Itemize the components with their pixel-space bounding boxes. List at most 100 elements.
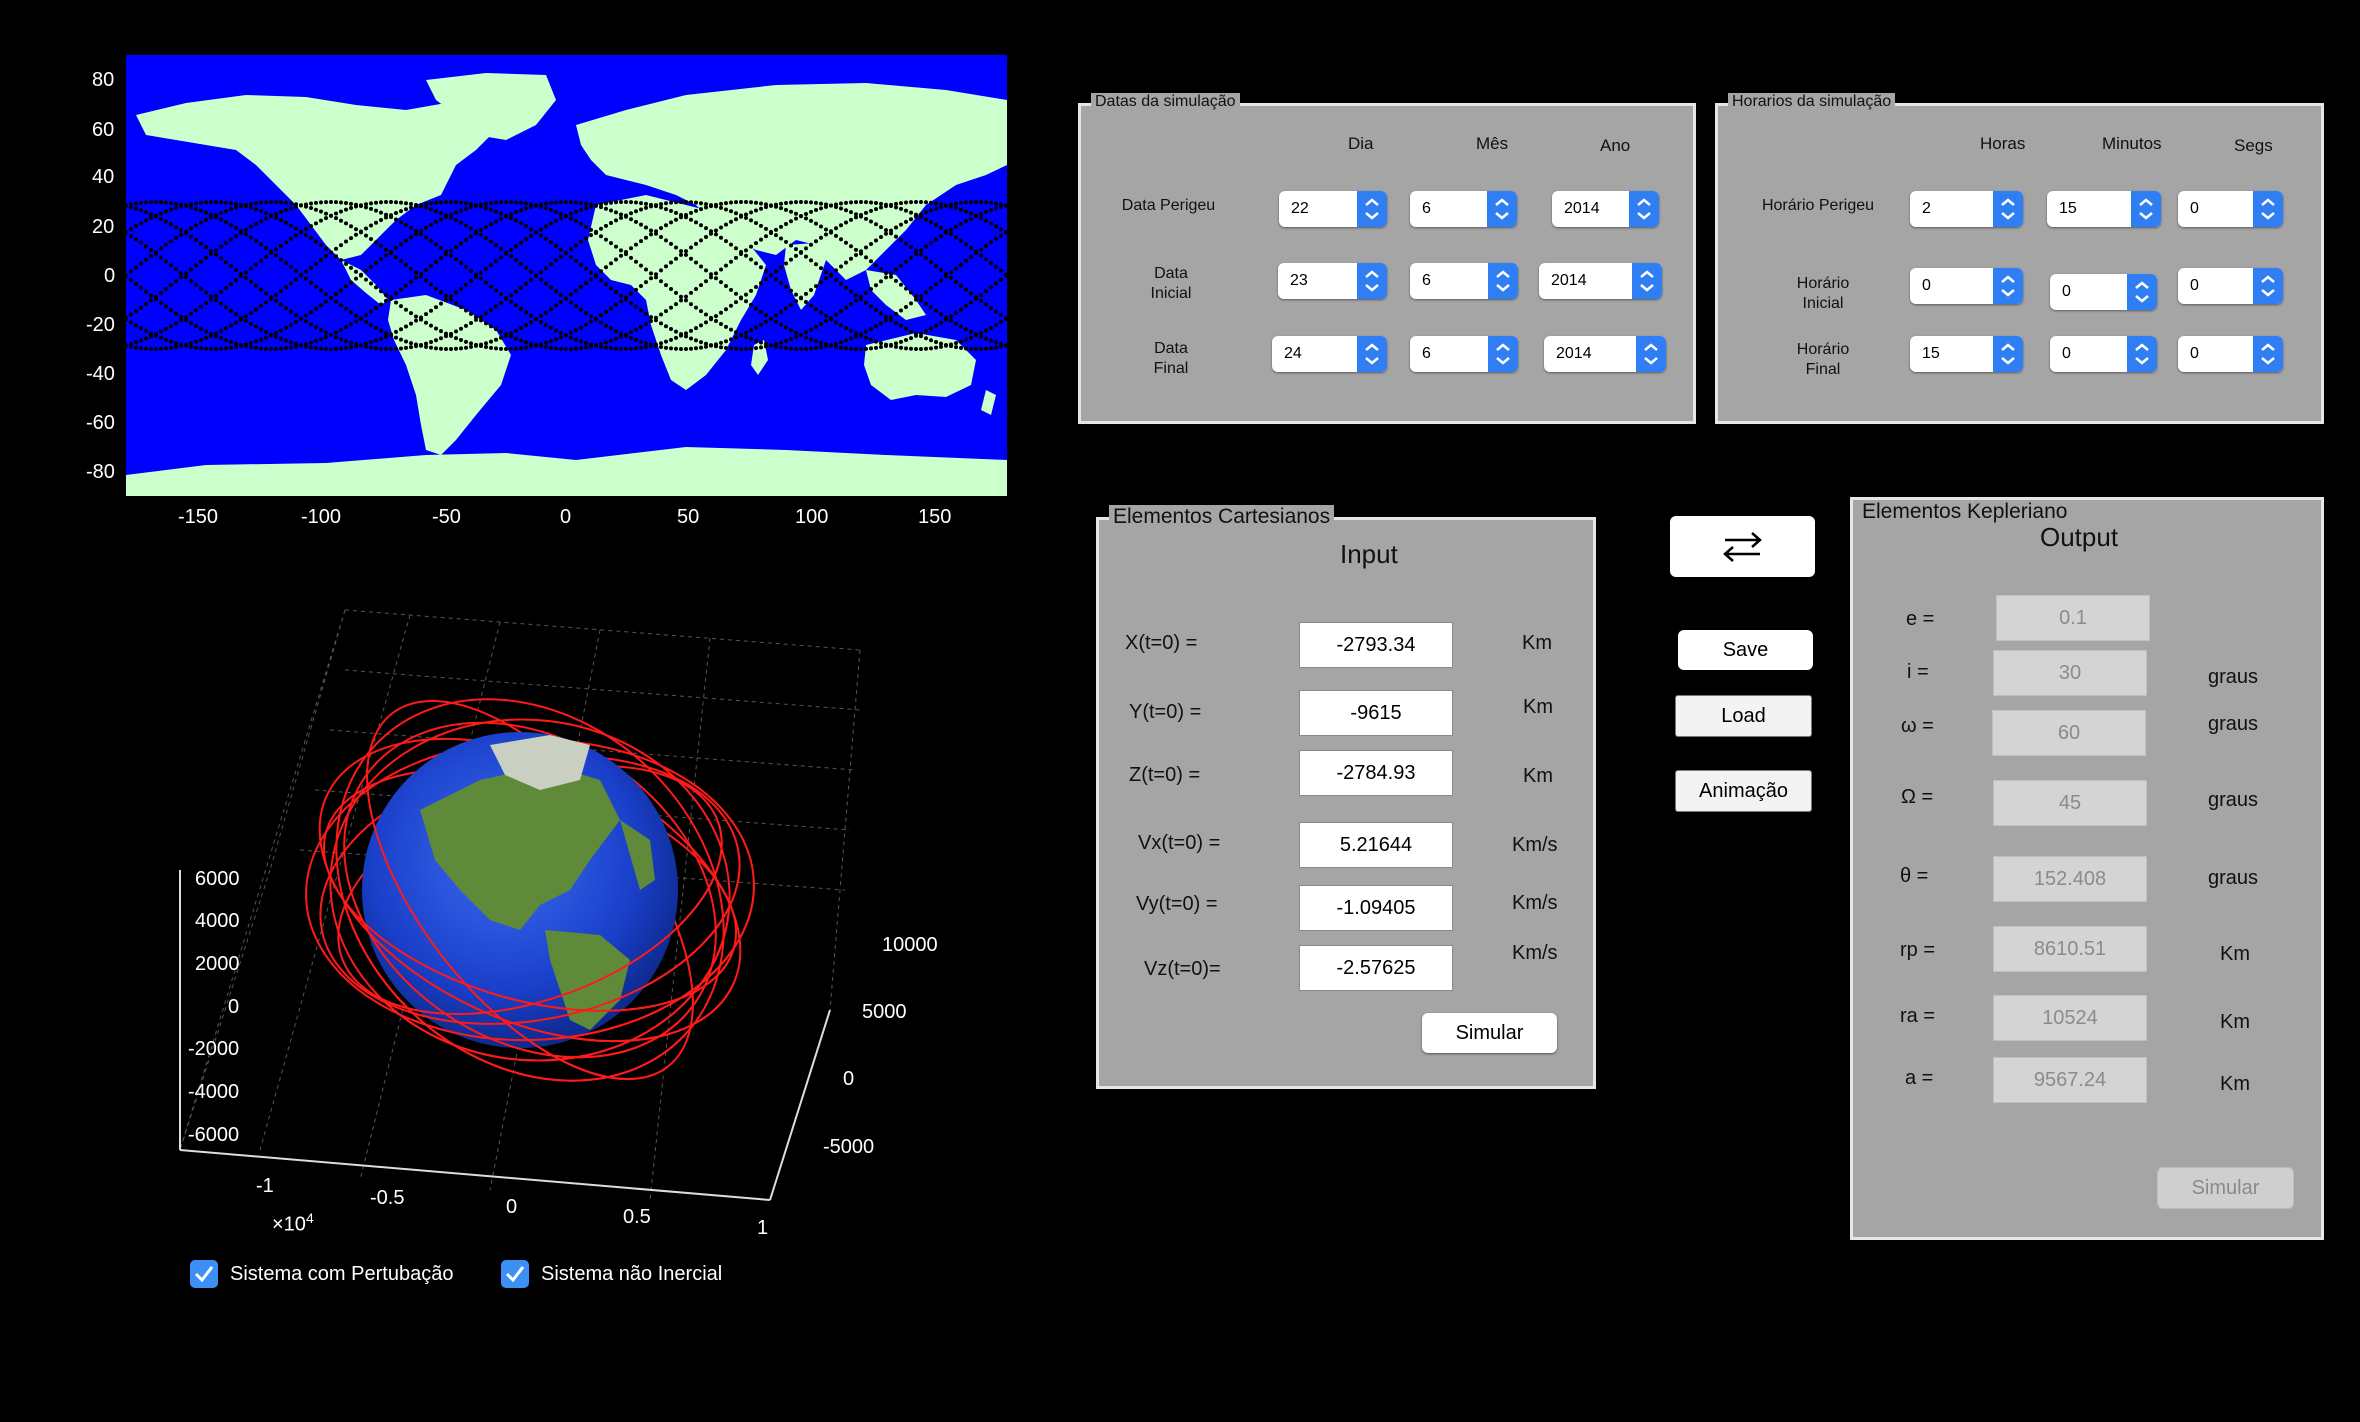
perigee-second-select[interactable]: 0 bbox=[2178, 191, 2283, 227]
track-point bbox=[384, 212, 388, 217]
initial-minute-select[interactable]: 0 bbox=[2050, 274, 2157, 310]
perigee-hour-select[interactable]: 2 bbox=[1910, 191, 2023, 227]
track-point bbox=[264, 211, 268, 216]
track-point bbox=[484, 341, 488, 346]
updown-chevron-icon bbox=[2261, 343, 2275, 365]
track-point bbox=[924, 200, 928, 205]
track-point bbox=[964, 209, 968, 214]
track-point bbox=[724, 345, 728, 350]
track-point bbox=[454, 290, 458, 295]
track-point bbox=[604, 282, 608, 287]
final-hour-select[interactable]: 15 bbox=[1910, 336, 2023, 372]
track-point bbox=[464, 339, 468, 344]
track-point bbox=[954, 224, 958, 229]
perigee-minute-select[interactable]: 15 bbox=[2047, 191, 2161, 227]
track-point bbox=[629, 217, 633, 222]
track-point bbox=[859, 213, 863, 218]
save-button[interactable]: Save bbox=[1678, 630, 1813, 670]
track-point bbox=[529, 344, 533, 349]
track-point bbox=[364, 341, 368, 346]
initial-second-select[interactable]: 0 bbox=[2178, 268, 2283, 304]
final-second-select[interactable]: 0 bbox=[2178, 336, 2283, 372]
track-point bbox=[584, 206, 588, 211]
track-point bbox=[619, 248, 623, 253]
track-point bbox=[689, 245, 693, 250]
track-point bbox=[534, 230, 538, 235]
final-year-select[interactable]: 2014 bbox=[1544, 336, 1666, 372]
track-point bbox=[524, 345, 528, 350]
initial-day-select[interactable]: 23 bbox=[1278, 263, 1387, 299]
initial-month-select[interactable]: 6 bbox=[1410, 263, 1518, 299]
track-point bbox=[719, 280, 723, 285]
track-point bbox=[464, 323, 468, 328]
simulate-keplerian-button[interactable]: Simular bbox=[2157, 1167, 2294, 1209]
track-point bbox=[799, 346, 803, 351]
track-point bbox=[619, 293, 623, 298]
perigee-year-select[interactable]: 2014 bbox=[1552, 191, 1659, 227]
vy0-input[interactable]: -1.09405 bbox=[1299, 885, 1453, 931]
final-month-select[interactable]: 6 bbox=[1410, 336, 1518, 372]
perturbation-checkbox[interactable] bbox=[190, 1260, 218, 1288]
track-point bbox=[229, 345, 233, 350]
non-inertial-checkbox[interactable] bbox=[501, 1260, 529, 1288]
initial-year-select[interactable]: 2014 bbox=[1539, 263, 1662, 299]
track-point bbox=[139, 261, 143, 266]
track-point bbox=[224, 286, 228, 291]
track-point bbox=[929, 208, 933, 213]
updown-chevron-icon bbox=[2001, 343, 2015, 365]
a-label: a = bbox=[1905, 1067, 1934, 1089]
track-point bbox=[509, 254, 513, 259]
track-point bbox=[814, 200, 818, 205]
final-day-select[interactable]: 24 bbox=[1272, 336, 1387, 372]
track-point bbox=[659, 321, 663, 326]
perigee-month-select[interactable]: 6 bbox=[1410, 191, 1517, 227]
track-point bbox=[899, 339, 903, 344]
track-point bbox=[364, 233, 368, 238]
non-inertial-label: Sistema não Inercial bbox=[541, 1263, 723, 1285]
track-point bbox=[539, 227, 543, 232]
track-point bbox=[574, 243, 578, 248]
initial-hour-select[interactable]: 0 bbox=[1910, 268, 2023, 304]
track-point bbox=[459, 220, 463, 225]
track-point bbox=[309, 310, 313, 315]
track-point bbox=[654, 342, 658, 347]
z0-input[interactable]: -2784.93 bbox=[1299, 750, 1453, 796]
swap-button[interactable] bbox=[1670, 516, 1815, 577]
vx0-input[interactable]: 5.21644 bbox=[1299, 822, 1453, 868]
track-point bbox=[529, 320, 533, 325]
dates-panel-title: Datas da simulação bbox=[1091, 93, 1240, 111]
track-point bbox=[979, 298, 983, 303]
track-point bbox=[354, 319, 358, 324]
track-point bbox=[619, 331, 623, 336]
track-point bbox=[704, 202, 708, 207]
track-point bbox=[384, 298, 388, 303]
track-point bbox=[699, 264, 703, 269]
simulate-cartesian-button[interactable]: Simular bbox=[1422, 1013, 1557, 1053]
track-point bbox=[774, 204, 778, 209]
track-point bbox=[459, 346, 463, 351]
track-point bbox=[259, 304, 263, 309]
track-point bbox=[569, 200, 573, 205]
track-point bbox=[959, 200, 963, 205]
track-point bbox=[804, 335, 808, 340]
track-point bbox=[834, 226, 838, 231]
track-point bbox=[249, 279, 253, 284]
track-point bbox=[174, 267, 178, 272]
final-minute-select[interactable]: 0 bbox=[2050, 336, 2157, 372]
x0-input[interactable]: -2793.34 bbox=[1299, 622, 1453, 668]
load-button[interactable]: Load bbox=[1675, 695, 1812, 737]
track-point bbox=[699, 309, 703, 314]
track-point bbox=[589, 233, 593, 238]
vx0-label: Vx(t=0) = bbox=[1138, 832, 1221, 854]
y0-input[interactable]: -9615 bbox=[1299, 690, 1453, 736]
track-point bbox=[214, 293, 218, 298]
track-point bbox=[989, 338, 993, 343]
animate-button[interactable]: Animação bbox=[1675, 770, 1812, 812]
vz0-input[interactable]: -2.57625 bbox=[1299, 945, 1453, 991]
track-point bbox=[789, 209, 793, 214]
z-tick: 0 bbox=[228, 996, 240, 1018]
track-point bbox=[734, 255, 738, 260]
perigee-day-select[interactable]: 22 bbox=[1279, 191, 1387, 227]
header-day: Dia bbox=[1348, 134, 1374, 153]
track-point bbox=[259, 287, 263, 292]
